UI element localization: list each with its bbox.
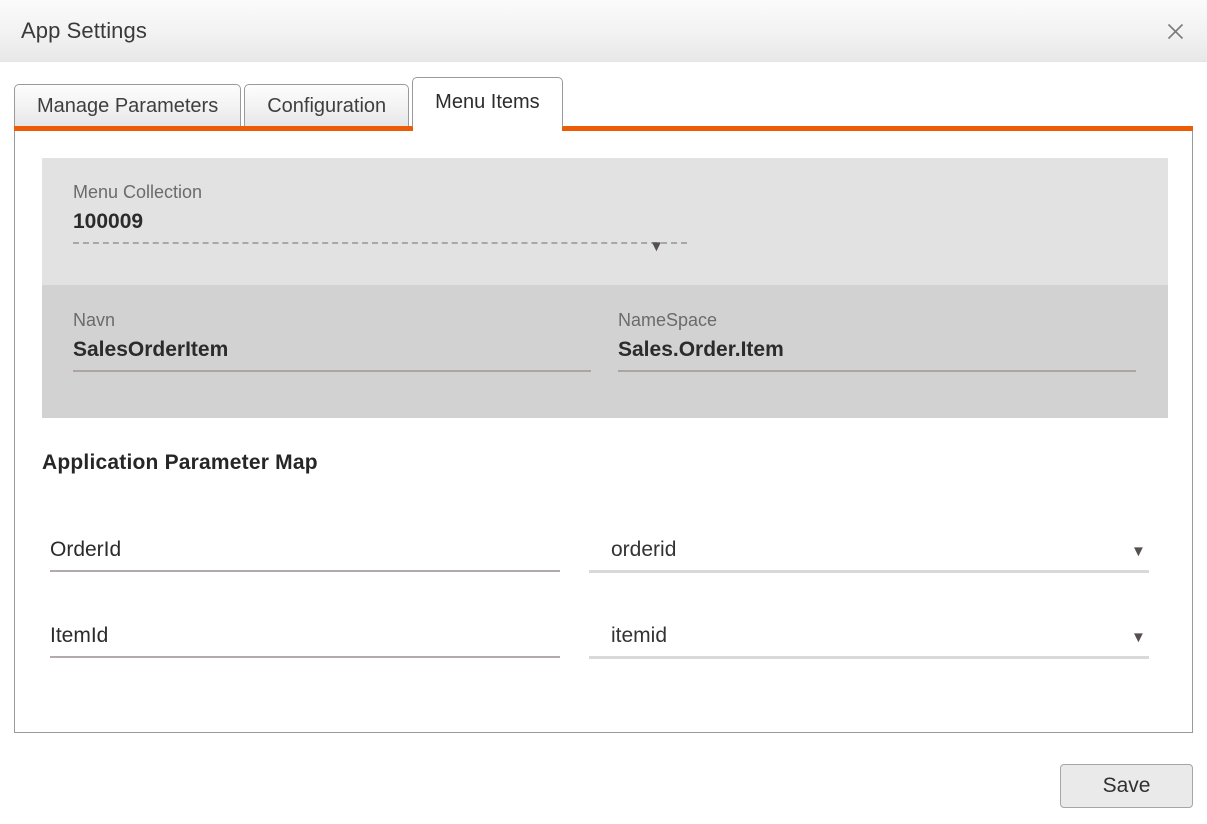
namespace-label: NameSpace: [618, 310, 718, 330]
menu-collection-label: Menu Collection: [73, 182, 203, 202]
details-section: Navn SalesOrderItem NameSpace Sales.Orde…: [42, 285, 1168, 418]
namespace-field[interactable]: NameSpace Sales.Order.Item: [618, 309, 1136, 372]
chevron-down-icon[interactable]: ▼: [1131, 630, 1146, 645]
namespace-underline: [618, 370, 1136, 372]
parameter-value-underline: [589, 656, 1149, 659]
parameter-value-text: itemid: [611, 624, 668, 647]
menu-collection-section: Menu Collection 100009 ▼: [42, 158, 1168, 285]
parameter-value-text: orderid: [611, 538, 677, 561]
navn-underline: [73, 370, 591, 372]
save-button[interactable]: Save: [1060, 764, 1193, 808]
parameter-key-field[interactable]: OrderId: [50, 536, 560, 572]
window-title: App Settings: [21, 18, 147, 43]
tab-label: Menu Items: [435, 91, 540, 113]
navn-value: SalesOrderItem: [73, 338, 229, 361]
parameter-map-row: ItemId itemid ▼: [15, 622, 1192, 672]
menu-collection-value: 100009: [73, 210, 144, 233]
parameter-value-underline: [589, 570, 1149, 573]
tab-label: Configuration: [267, 94, 387, 117]
chevron-down-icon[interactable]: ▼: [649, 239, 664, 254]
menu-items-panel: Menu Collection 100009 ▼ Navn SalesOrder…: [14, 131, 1193, 733]
parameter-key-underline: [50, 570, 560, 572]
tab-manage-parameters[interactable]: Manage Parameters: [14, 84, 242, 127]
menu-collection-underline: [73, 242, 687, 244]
tab-label: Manage Parameters: [37, 94, 219, 117]
chevron-down-icon[interactable]: ▼: [1131, 544, 1146, 559]
parameter-map-heading: Application Parameter Map: [42, 451, 318, 474]
parameter-key-value: OrderId: [50, 538, 122, 561]
parameter-key-field[interactable]: ItemId: [50, 622, 560, 658]
tab-menu-items[interactable]: Menu Items: [412, 77, 563, 127]
active-tab-accent-line: [14, 126, 1193, 131]
parameter-value-dropdown[interactable]: itemid ▼: [589, 622, 1149, 659]
window-titlebar: App Settings: [0, 0, 1207, 62]
tab-bar: Manage Parameters Configuration Menu Ite…: [0, 62, 1207, 131]
tab-list: Manage Parameters Configuration Menu Ite…: [14, 77, 566, 127]
dialog-footer: Save: [0, 733, 1207, 824]
navn-label: Navn: [73, 310, 116, 330]
parameter-map-row: OrderId orderid ▼: [15, 536, 1192, 586]
menu-collection-field[interactable]: Menu Collection 100009 ▼: [73, 181, 687, 254]
navn-field[interactable]: Navn SalesOrderItem: [73, 309, 591, 372]
close-icon[interactable]: [1155, 12, 1195, 50]
parameter-value-dropdown[interactable]: orderid ▼: [589, 536, 1149, 573]
namespace-value: Sales.Order.Item: [618, 338, 784, 361]
parameter-key-value: ItemId: [50, 624, 109, 647]
tab-configuration[interactable]: Configuration: [244, 84, 410, 127]
parameter-key-underline: [50, 656, 560, 658]
